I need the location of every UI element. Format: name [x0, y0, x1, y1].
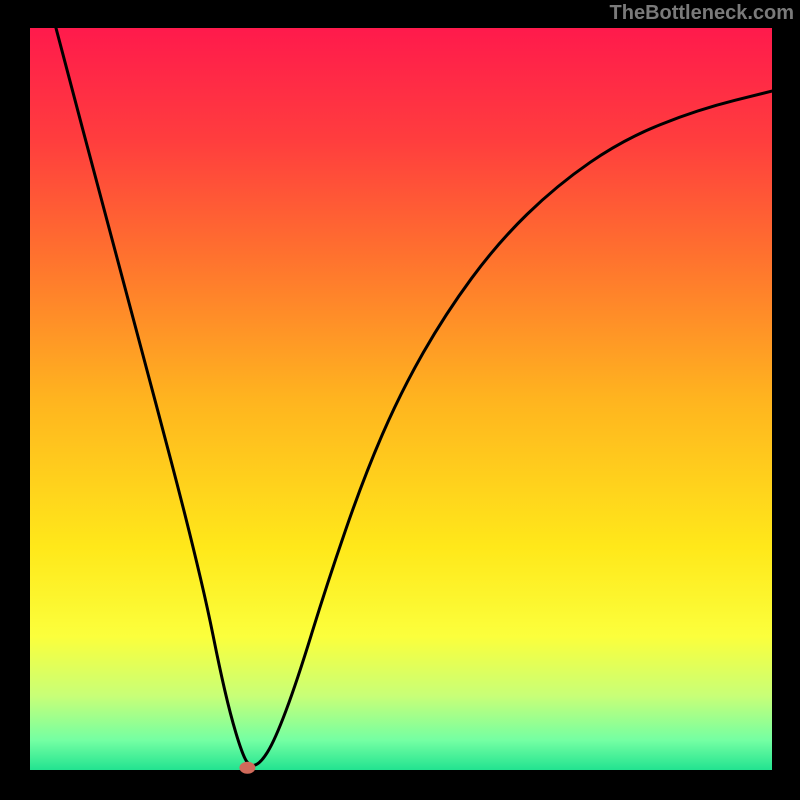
- chart-container: TheBottleneck.com: [0, 0, 800, 800]
- minimum-marker: [239, 762, 255, 774]
- attribution-label: TheBottleneck.com: [610, 2, 794, 25]
- bottleneck-chart: [0, 0, 800, 800]
- plot-background: [30, 28, 772, 770]
